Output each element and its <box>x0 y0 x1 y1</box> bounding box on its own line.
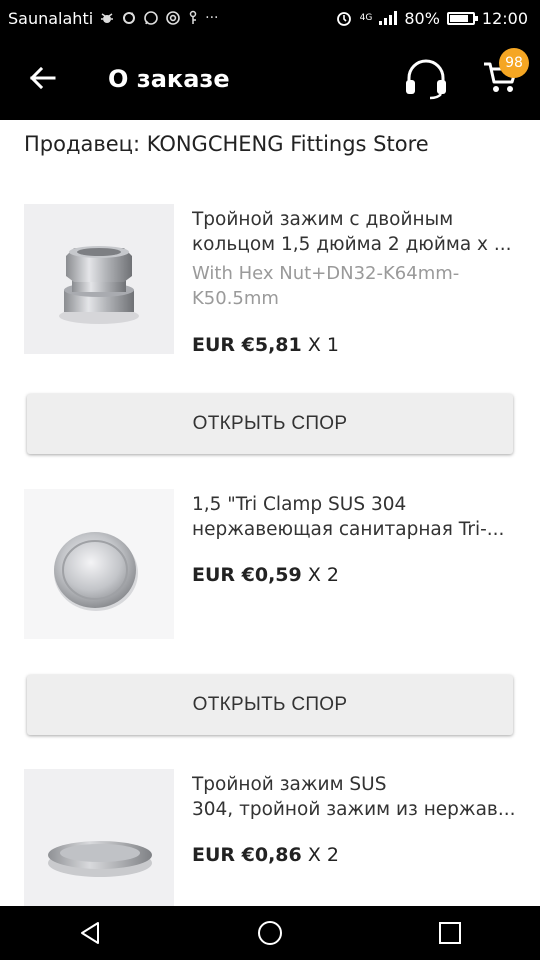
circle-home-icon <box>258 921 282 945</box>
product-price: EUR €5,81 <box>192 334 302 356</box>
arrow-back-icon <box>29 66 56 90</box>
headset-icon <box>406 59 446 100</box>
product-image[interactable] <box>24 769 174 906</box>
alarm-icon <box>336 12 351 26</box>
product-variant: With Hex Nut+DN32-K64mm- <box>192 263 460 284</box>
product-title-line-2[interactable]: 304, тройной зажим из нержав... <box>192 797 517 822</box>
product-price-row: EUR €0,86 X 2 <box>192 842 339 868</box>
product-price: EUR €0,86 <box>192 844 302 866</box>
at-sign-icon <box>166 11 180 25</box>
product-quantity: X 2 <box>307 564 339 586</box>
back-button[interactable] <box>22 56 62 100</box>
end-cap-image <box>24 769 174 906</box>
square-recents-icon <box>439 922 461 944</box>
product-price-row: EUR €0,59 X 2 <box>192 562 339 588</box>
end-cap-image <box>24 489 174 639</box>
product-price-row: EUR €5,81 X 1 <box>192 332 339 358</box>
more-notifications-indicator: ··· <box>205 10 219 26</box>
product-title-line-2[interactable]: кольцом 1,5 дюйма 2 дюйма х ... <box>192 232 517 257</box>
hex-nut-fitting-image <box>24 204 174 354</box>
open-dispute-button[interactable]: ОТКРЫТЬ СПОР <box>27 675 513 735</box>
support-button[interactable] <box>402 56 450 100</box>
product-image[interactable] <box>24 204 174 354</box>
triangle-back-icon <box>81 922 99 944</box>
nav-recents-button[interactable] <box>420 906 480 960</box>
key-icon <box>189 10 197 24</box>
battery-icon <box>446 11 478 25</box>
carrier-name: Saunalahti <box>8 8 94 28</box>
network-type: 4G <box>359 13 373 23</box>
system-navigation-bar <box>0 906 540 960</box>
battery-percent: 80% <box>404 8 440 28</box>
seller-name: Продавец: KONGCHENG Fittings Store <box>24 132 429 156</box>
clock: 12:00 <box>481 8 528 28</box>
product-quantity: X 1 <box>307 334 339 356</box>
product-title[interactable]: Тройной зажим SUS <box>192 772 517 797</box>
open-dispute-button[interactable]: ОТКРЫТЬ СПОР <box>27 394 513 454</box>
product-quantity: X 2 <box>307 844 339 866</box>
whatsapp-icon <box>144 11 158 25</box>
nav-back-button[interactable] <box>60 906 120 960</box>
sync-icon <box>123 12 136 24</box>
product-price: EUR €0,59 <box>192 564 302 586</box>
notification-bug-icon <box>101 13 114 23</box>
product-title[interactable]: 1,5 "Tri Clamp SUS 304 <box>192 492 517 517</box>
product-image[interactable] <box>24 489 174 639</box>
notification-icons: ··· <box>99 10 219 26</box>
status-bar: Saunalahti ··· 4G 80% 12:00 <box>0 0 540 36</box>
product-title-line-2[interactable]: нержавеющая санитарная Tri-... <box>192 517 517 542</box>
product-variant-line-2: K50.5mm <box>192 288 279 309</box>
product-title[interactable]: Тройной зажим с двойным <box>192 207 517 232</box>
nav-home-button[interactable] <box>240 906 300 960</box>
cart-count-badge: 98 <box>499 48 529 78</box>
app-header: О заказе <box>0 36 540 120</box>
signal-icon <box>379 11 398 25</box>
page-title: О заказе <box>108 65 230 93</box>
